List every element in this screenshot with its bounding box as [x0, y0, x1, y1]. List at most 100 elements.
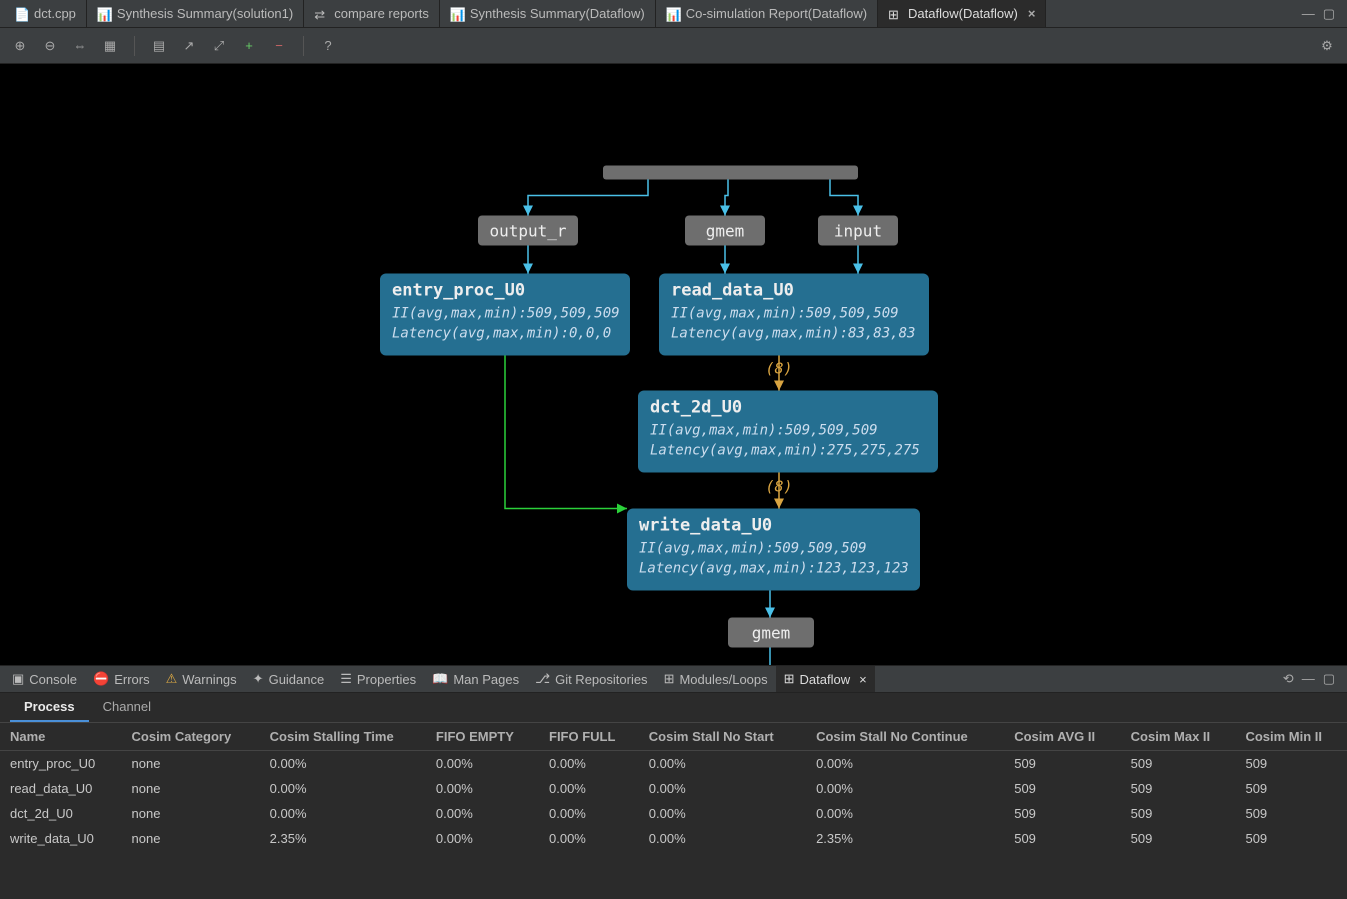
zoom-in-button[interactable]: ⊕ [10, 36, 30, 56]
guidance-icon: ✦ [253, 671, 264, 687]
bottom-tab[interactable]: ⚠ Warnings [158, 666, 245, 692]
editor-tab[interactable]: 📊Synthesis Summary(Dataflow) [440, 0, 656, 27]
bottom-tab-label: Warnings [182, 672, 236, 687]
select-button[interactable]: ▦ [100, 36, 120, 56]
select-icon: ▦ [104, 38, 116, 54]
table-cell: 0.00% [426, 776, 539, 801]
table-row[interactable]: read_data_U0none0.00%0.00%0.00%0.00%0.00… [0, 776, 1347, 801]
maximize-icon[interactable]: ▢ [1323, 671, 1335, 687]
process-title: entry_proc_U0 [392, 281, 525, 301]
compare-icon: ⇄ [314, 7, 328, 21]
minimize-icon[interactable]: — [1302, 6, 1315, 22]
help-icon: ? [324, 38, 331, 53]
column-header[interactable]: FIFO FULL [539, 723, 639, 751]
table-row[interactable]: write_data_U0none2.35%0.00%0.00%0.00%2.3… [0, 826, 1347, 851]
table-cell: 2.35% [260, 826, 426, 851]
table-cell: 509 [1235, 776, 1347, 801]
table-cell: none [122, 801, 260, 826]
editor-tab[interactable]: ⊞Dataflow(Dataflow)× [878, 0, 1046, 27]
bottom-tab[interactable]: 📖Man Pages [424, 666, 527, 692]
edge-icon: ↗ [184, 38, 195, 54]
column-header[interactable]: FIFO EMPTY [426, 723, 539, 751]
process-ii: II(avg,max,min):509,509,509 [639, 541, 867, 557]
table-cell: 0.00% [806, 801, 1004, 826]
expand-button[interactable]: ⤢ [209, 36, 229, 56]
zoom-out-icon: ⊖ [45, 38, 56, 54]
settings-button[interactable]: ⚙ [1317, 36, 1337, 56]
help-button[interactable]: ? [318, 36, 338, 56]
expand-icon: ⤢ [214, 38, 224, 54]
table-cell: 0.00% [639, 751, 806, 777]
column-header[interactable]: Cosim Category [122, 723, 260, 751]
bottom-panel-tab-bar: ▣Console ⛔ Errors ⚠ Warnings ✦Guidance☰Proper… [0, 665, 1347, 693]
table-cell: 0.00% [539, 801, 639, 826]
fifo-depth-label: (8) [765, 360, 792, 378]
git-icon: ⎇ [535, 671, 550, 687]
editor-tab-label: Synthesis Summary(solution1) [117, 6, 293, 21]
port-label: gmem [752, 624, 791, 643]
editor-tab[interactable]: 📄dct.cpp [4, 0, 87, 27]
bottom-tab-label: Properties [357, 672, 416, 687]
bottom-tab-label: Errors [114, 672, 149, 687]
minus-button[interactable]: − [269, 36, 289, 56]
close-icon[interactable]: × [1028, 6, 1036, 21]
sub-tab-process[interactable]: Process [10, 693, 89, 722]
flow-icon: ⊞ [784, 671, 795, 687]
column-header[interactable]: Cosim Max II [1121, 723, 1236, 751]
minimize-icon[interactable]: — [1302, 671, 1315, 687]
bottom-tab[interactable]: ✦Guidance [245, 666, 333, 692]
table-cell: 509 [1121, 826, 1236, 851]
process-latency: Latency(avg,max,min):275,275,275 [650, 443, 920, 459]
restore-icon[interactable]: ⟲ [1283, 671, 1294, 687]
table-row[interactable]: entry_proc_U0none0.00%0.00%0.00%0.00%0.0… [0, 751, 1347, 777]
edge-button[interactable]: ↗ [179, 36, 199, 56]
maximize-icon[interactable]: ▢ [1323, 6, 1335, 22]
plus-button[interactable]: + [239, 36, 259, 56]
grid-button[interactable]: ▤ [149, 36, 169, 56]
column-header[interactable]: Cosim AVG II [1004, 723, 1120, 751]
bottom-tab[interactable]: ▣Console [4, 666, 85, 692]
dataflow-diagram-canvas[interactable]: output_rgmeminputgmementry_proc_U0II(avg… [0, 64, 1347, 665]
fit-icon: ⇔ [74, 38, 87, 53]
table-cell: 2.35% [806, 826, 1004, 851]
table-row[interactable]: dct_2d_U0none0.00%0.00%0.00%0.00%0.00%50… [0, 801, 1347, 826]
editor-tab-label: Co-simulation Report(Dataflow) [686, 6, 867, 21]
editor-tab[interactable]: ⇄ compare reports [304, 0, 440, 27]
bottom-tab[interactable]: ⊞Modules/Loops [656, 666, 776, 692]
column-header[interactable]: Cosim Stalling Time [260, 723, 426, 751]
fit-button[interactable]: ⇔ [70, 36, 90, 56]
warnings-icon: ⚠ [166, 671, 178, 687]
table-cell: 0.00% [260, 801, 426, 826]
flow-icon: ⊞ [888, 7, 902, 21]
column-header[interactable]: Cosim Stall No Continue [806, 723, 1004, 751]
errors-icon: ⛔ [93, 671, 109, 687]
dataflow-sub-tabs: ProcessChannel [0, 693, 1347, 723]
bottom-tab-label: Dataflow [800, 672, 851, 687]
console-icon: ▣ [12, 671, 24, 687]
column-header[interactable]: Cosim Min II [1235, 723, 1347, 751]
table-cell: 509 [1121, 751, 1236, 777]
table-cell: none [122, 826, 260, 851]
table-cell: dct_2d_U0 [0, 801, 122, 826]
report-icon: 📊 [97, 7, 111, 21]
table-cell: read_data_U0 [0, 776, 122, 801]
table-cell: 509 [1004, 776, 1120, 801]
column-header[interactable]: Name [0, 723, 122, 751]
man-icon: 📖 [432, 671, 448, 687]
bottom-tab[interactable]: ⛔ Errors [85, 666, 158, 692]
close-icon[interactable]: × [859, 672, 867, 687]
editor-tab-label: compare reports [334, 6, 429, 21]
editor-tab[interactable]: 📊Co-simulation Report(Dataflow) [656, 0, 878, 27]
bottom-tab[interactable]: ⊞ Dataflow × [776, 666, 875, 692]
table-cell: 509 [1235, 826, 1347, 851]
column-header[interactable]: Cosim Stall No Start [639, 723, 806, 751]
bottom-tab[interactable]: ⎇Git Repositories [527, 666, 655, 692]
modules-icon: ⊞ [664, 671, 675, 687]
editor-tab[interactable]: 📊 Synthesis Summary(solution1) [87, 0, 304, 27]
process-latency: Latency(avg,max,min):0,0,0 [392, 326, 611, 342]
zoom-out-button[interactable]: ⊖ [40, 36, 60, 56]
bottom-tab[interactable]: ☰Properties [332, 666, 424, 692]
table-cell: 0.00% [639, 801, 806, 826]
sub-tab-channel[interactable]: Channel [89, 693, 165, 722]
table-cell: 509 [1235, 801, 1347, 826]
